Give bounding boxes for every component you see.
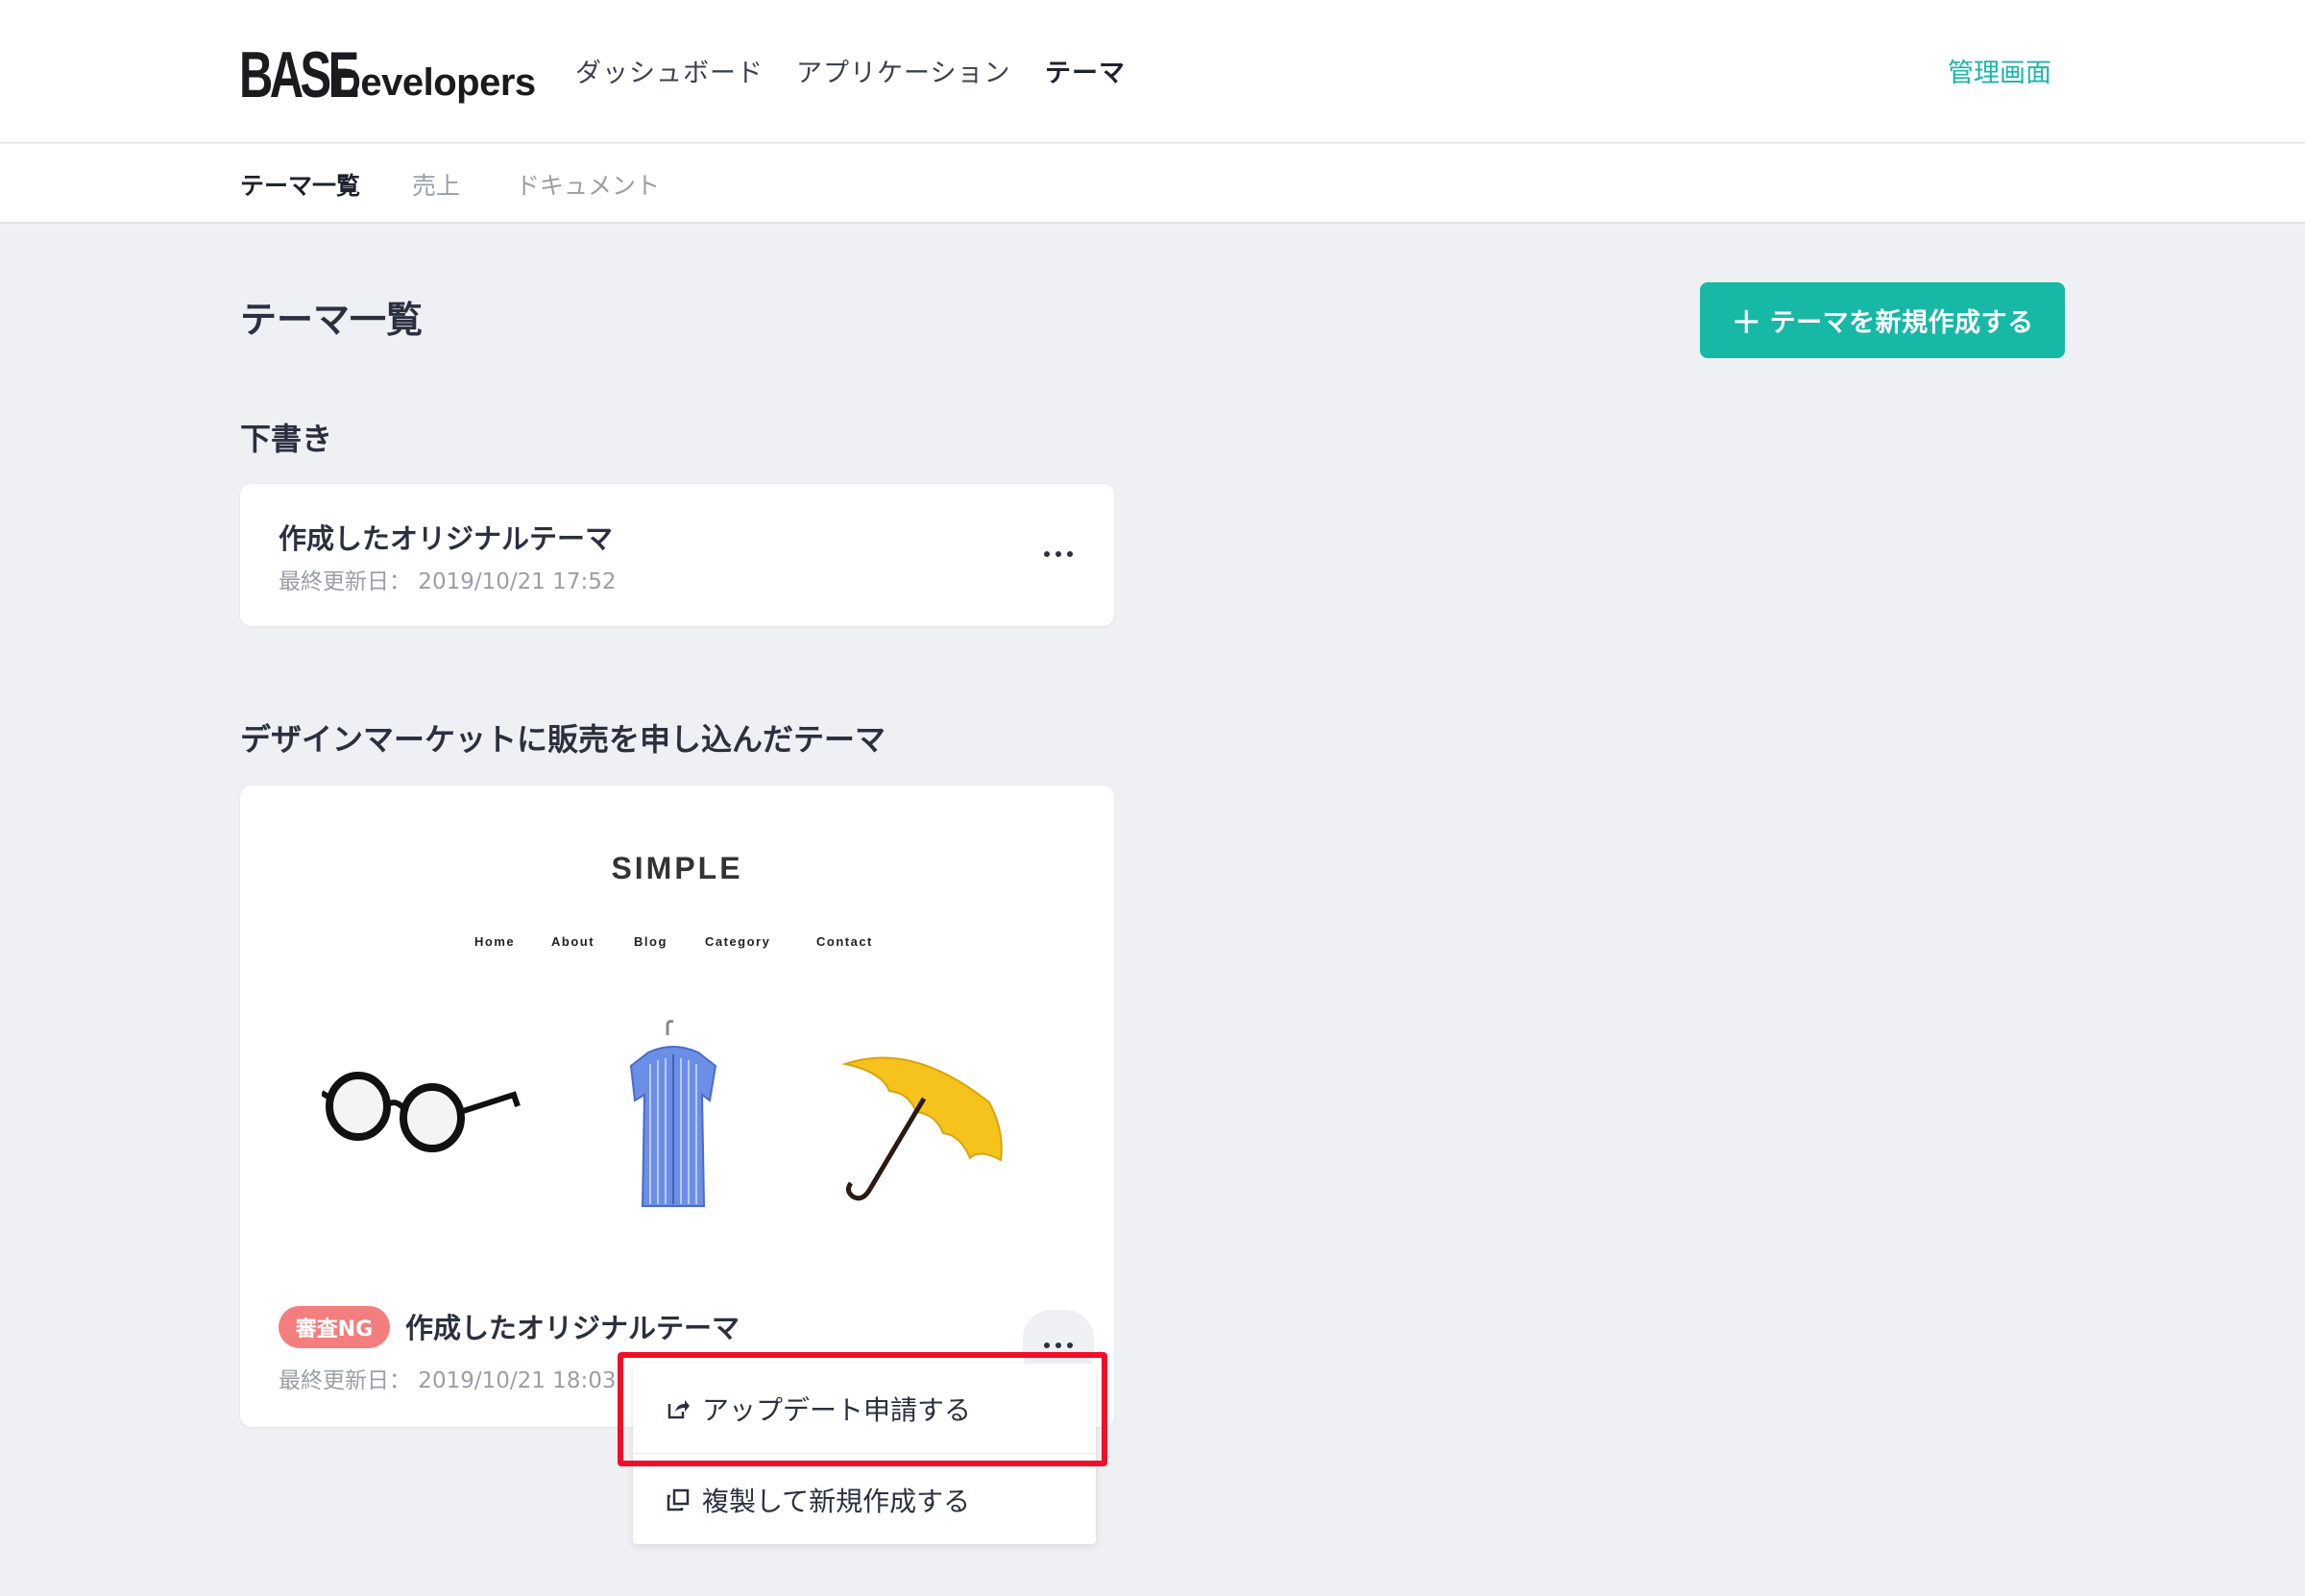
market-section-title: デザインマーケットに販売を申し込んだテーマ	[240, 721, 886, 758]
preview-brand: SIMPLE	[611, 851, 743, 885]
umbrella-image	[841, 1056, 1003, 1201]
drafts-section-title: 下書き	[240, 421, 333, 457]
preview-nav-home: Home	[474, 934, 516, 949]
nav-themes[interactable]: テーマ	[1045, 52, 1126, 89]
preview-nav-category: Category	[705, 934, 771, 949]
highlight-box	[618, 1352, 1107, 1466]
more-options-icon[interactable]	[1030, 535, 1087, 573]
preview-nav-contact: Contact	[816, 934, 873, 949]
top-header: BASE Developers ダッシュボード アプリケーション テーマ 管理画…	[0, 0, 2305, 143]
draft-theme-date: 最終更新日： 2019/10/21 17:52	[279, 569, 617, 594]
new-theme-button[interactable]: + テーマを新規作成する	[1700, 282, 2065, 358]
market-theme-date: 最終更新日： 2019/10/21 18:03	[279, 1368, 617, 1393]
menu-duplicate[interactable]: 複製して新規作成する	[633, 1455, 1096, 1544]
subnav-documents[interactable]: ドキュメント	[516, 167, 660, 202]
market-theme-title: 作成したオリジナルテーマ	[405, 1312, 740, 1344]
logo-developers-text: Developers	[333, 61, 536, 104]
plus-icon: +	[1731, 299, 1762, 342]
sub-navigation: テーマ一覧 売上 ドキュメント	[0, 144, 2305, 224]
glasses-image	[322, 1072, 521, 1152]
review-ng-badge: 審査NG	[279, 1306, 390, 1348]
subnav-theme-list[interactable]: テーマ一覧	[240, 167, 360, 202]
admin-link[interactable]: 管理画面	[1948, 52, 2051, 89]
nav-applications[interactable]: アプリケーション	[796, 52, 1010, 89]
nav-dashboard[interactable]: ダッシュボード	[575, 52, 764, 89]
base-developers-logo[interactable]: BASE Developers	[239, 38, 536, 111]
menu-duplicate-label: 複製して新規作成する	[702, 1485, 971, 1517]
preview-nav-blog: Blog	[634, 934, 667, 949]
theme-preview[interactable]: SIMPLE Home About Blog Category Contact	[240, 786, 1114, 1266]
preview-nav-about: About	[551, 934, 595, 949]
draft-theme-title: 作成したオリジナルテーマ	[279, 522, 614, 555]
draft-theme-card[interactable]: 作成したオリジナルテーマ 最終更新日： 2019/10/21 17:52	[240, 484, 1114, 626]
new-theme-button-label: テーマを新規作成する	[1769, 308, 2034, 338]
market-theme-card[interactable]: SIMPLE Home About Blog Category Contact	[240, 786, 1114, 1427]
page-title: テーマ一覧	[240, 299, 424, 341]
duplicate-icon	[667, 1488, 690, 1511]
shirt-image	[629, 1020, 717, 1207]
subnav-sales[interactable]: 売上	[412, 167, 460, 202]
logo-base-text: BASE	[239, 38, 359, 111]
